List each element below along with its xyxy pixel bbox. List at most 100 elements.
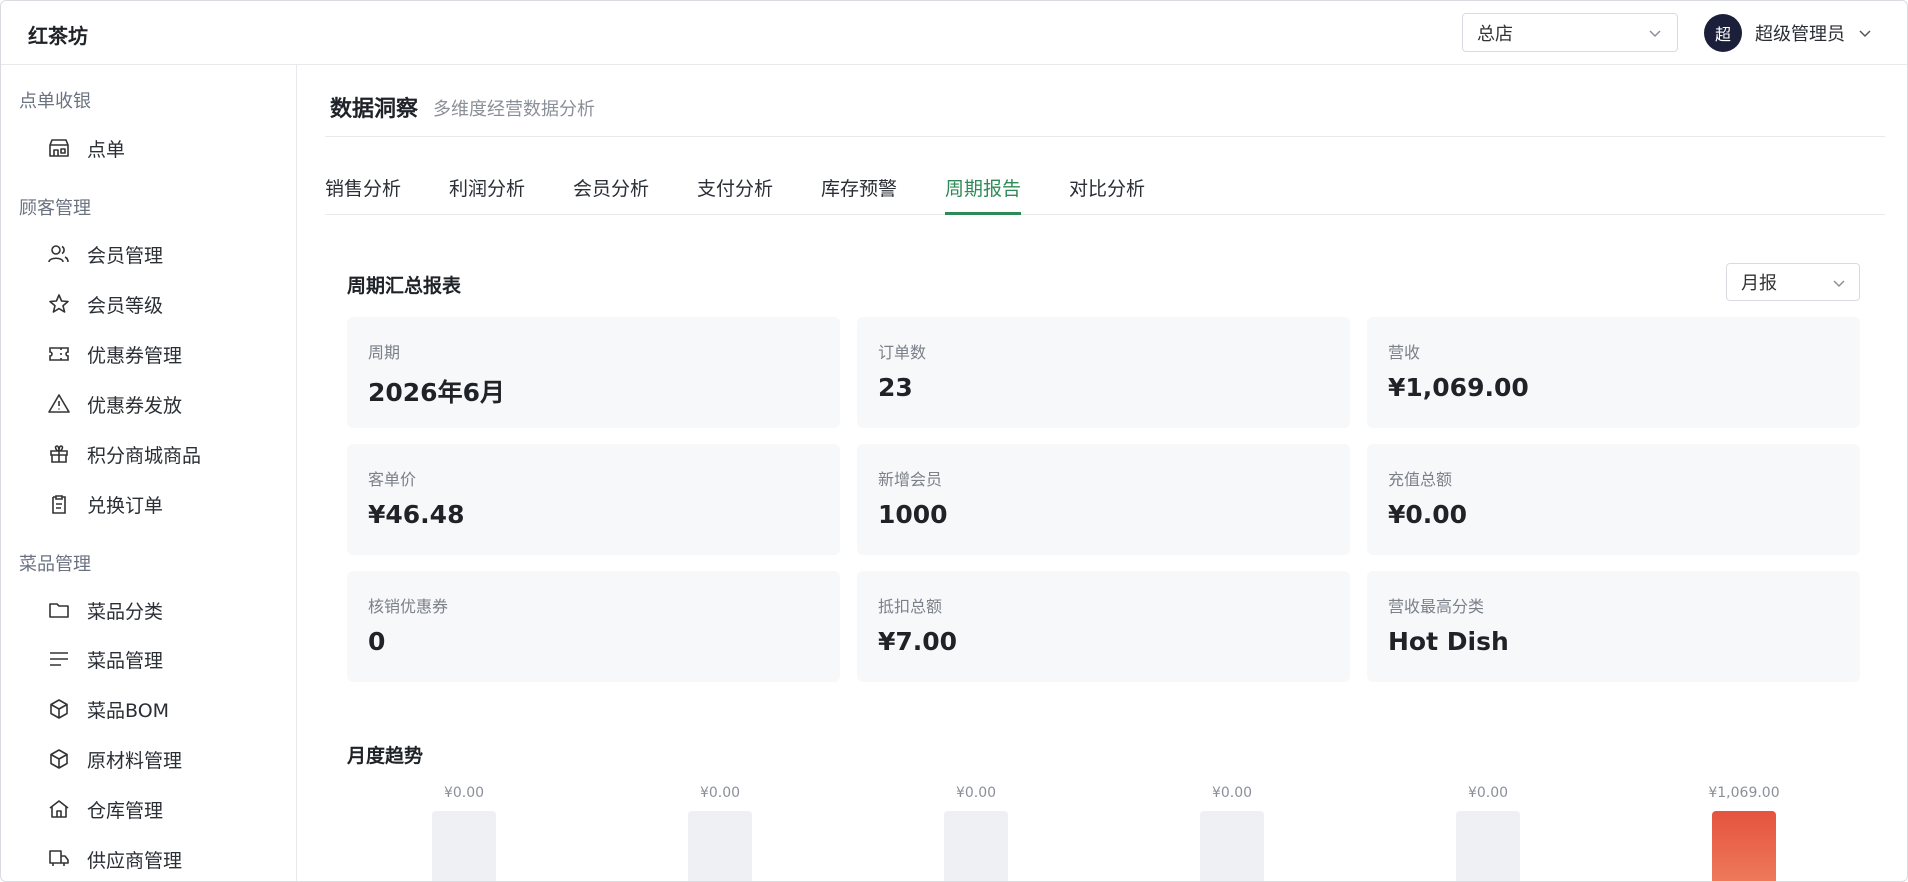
summary-title: 周期汇总报表 [347, 275, 462, 297]
stat-card-period: 周期 2026年6月 [347, 317, 840, 428]
sidebar-item-members[interactable]: 会员管理 [47, 236, 163, 272]
bar-data-label: ¥1,069.00 [1708, 785, 1780, 801]
truck-icon [49, 850, 69, 866]
stat-label: 周期 [368, 343, 401, 362]
stat-label: 抵扣总额 [878, 597, 943, 616]
sidebar-item-suppliers[interactable]: 供应商管理 [47, 841, 182, 877]
sidebar-group-title: 顾客管理 [19, 198, 91, 219]
user-menu[interactable]: 超 超级管理员 [1704, 14, 1873, 52]
tab-sales[interactable]: 销售分析 [325, 174, 401, 215]
sidebar-item-label: 兑换订单 [87, 494, 164, 517]
bar[interactable] [432, 811, 496, 881]
star-icon [49, 294, 69, 313]
tab-inventory-alert[interactable]: 库存预警 [821, 174, 897, 215]
stat-card-discount-total: 抵扣总额 ¥7.00 [857, 571, 1350, 682]
page-title: 数据洞察 [330, 97, 419, 122]
cube-icon [50, 749, 68, 769]
stat-value: 0 [368, 627, 386, 656]
sidebar-item-label: 原材料管理 [87, 749, 183, 772]
bar-data-label: ¥0.00 [955, 785, 997, 801]
trend-title: 月度趋势 [347, 745, 424, 767]
bar-data-label: ¥0.00 [1211, 785, 1253, 801]
user-name: 超级管理员 [1755, 24, 1845, 45]
sidebar-item-label: 仓库管理 [87, 799, 164, 822]
sidebar-item-order[interactable]: 点单 [47, 130, 125, 166]
tab-profit[interactable]: 利润分析 [449, 174, 525, 215]
top-bar: 红茶坊 总店 超 超级管理员 [1, 1, 1907, 65]
stat-label: 营收最高分类 [1388, 597, 1485, 616]
store-icon [49, 139, 69, 157]
home-icon [49, 800, 69, 818]
sidebar-item-label: 菜品BOM [87, 699, 170, 722]
sidebar-item-warehouse[interactable]: 仓库管理 [47, 791, 163, 827]
avatar: 超 [1704, 14, 1742, 52]
sidebar-item-redeem-orders[interactable]: 兑换订单 [47, 486, 163, 522]
sidebar-item-label: 会员等级 [87, 294, 164, 317]
period-select-value: 月报 [1741, 273, 1777, 294]
tab-period-report[interactable]: 周期报告 [945, 174, 1022, 215]
sidebar-item-label: 会员管理 [87, 244, 164, 267]
folder-icon [49, 603, 69, 618]
sidebar-item-label: 优惠券管理 [87, 344, 183, 367]
sidebar-item-label: 菜品分类 [87, 600, 164, 623]
bar[interactable] [1456, 811, 1520, 881]
brand-logo-text[interactable]: 红茶坊 [28, 20, 88, 49]
stat-card-avg-ticket: 客单价 ¥46.48 [347, 444, 840, 555]
stat-label: 订单数 [878, 343, 927, 362]
stat-card-revenue: 营收 ¥1,069.00 [1367, 317, 1860, 428]
stat-value: Hot Dish [1388, 627, 1509, 656]
analysis-tabs: 销售分析 利润分析 会员分析 支付分析 库存预警 周期报告 对比分析 [325, 161, 1885, 215]
stat-card-coupons-redeemed: 核销优惠券 0 [347, 571, 840, 682]
bar[interactable] [1712, 811, 1776, 881]
period-select[interactable]: 月报 [1726, 263, 1860, 301]
stat-label: 充值总额 [1388, 470, 1453, 489]
sidebar-item-coupon-issue[interactable]: 优惠券发放 [47, 386, 182, 422]
chevron-down-icon [1649, 30, 1661, 38]
sidebar-item-dish-bom[interactable]: 菜品BOM [47, 691, 169, 727]
tab-comparison[interactable]: 对比分析 [1069, 174, 1145, 215]
sidebar-item-raw-materials[interactable]: 原材料管理 [47, 741, 182, 777]
stat-value: ¥7.00 [878, 627, 958, 656]
cube-icon [50, 699, 68, 719]
sidebar-item-points-mall[interactable]: 积分商城商品 [47, 436, 201, 472]
sidebar-item-label: 菜品管理 [87, 649, 164, 672]
stat-value: ¥1,069.00 [1388, 373, 1529, 402]
tab-payment[interactable]: 支付分析 [697, 174, 773, 215]
divider [325, 136, 1885, 137]
sidebar-item-label: 积分商城商品 [87, 444, 202, 467]
sidebar-item-label: 供应商管理 [87, 849, 183, 872]
sidebar-item-coupon-management[interactable]: 优惠券管理 [47, 336, 182, 372]
tab-members[interactable]: 会员分析 [573, 174, 649, 215]
store-select-value: 总店 [1477, 23, 1513, 45]
stat-card-orders: 订单数 23 [857, 317, 1350, 428]
sidebar-item-label: 点单 [87, 138, 126, 161]
stat-value: 23 [878, 373, 913, 402]
sidebar-item-label: 优惠券发放 [87, 394, 183, 417]
bar[interactable] [944, 811, 1008, 881]
page-subtitle: 多维度经营数据分析 [433, 99, 595, 120]
chevron-down-icon [1833, 280, 1845, 288]
stat-value: 2026年6月 [368, 378, 505, 407]
list-icon [50, 652, 68, 666]
stat-value: ¥0.00 [1388, 500, 1468, 529]
stat-card-new-members: 新增会员 1000 [857, 444, 1350, 555]
app-window: 红茶坊 总店 超 超级管理员 点单收银 点单 顾客管理 会员管理 会员等级 优惠… [0, 0, 1908, 882]
sidebar-item-member-levels[interactable]: 会员等级 [47, 286, 163, 322]
sidebar-item-dish-category[interactable]: 菜品分类 [47, 592, 163, 628]
stat-card-top-category: 营收最高分类 Hot Dish [1367, 571, 1860, 682]
store-select[interactable]: 总店 [1462, 13, 1678, 52]
stat-label: 新增会员 [878, 470, 943, 489]
warning-triangle-icon [48, 394, 70, 413]
bar[interactable] [688, 811, 752, 881]
stat-label: 核销优惠券 [368, 597, 449, 616]
sidebar-item-dish-management[interactable]: 菜品管理 [47, 641, 163, 677]
monthly-trend-chart: ¥0.00 ¥0.00 ¥0.00 ¥0.00 ¥0.00 ¥1,069.00 [347, 771, 1860, 881]
sidebar-group-title: 菜品管理 [19, 554, 91, 575]
users-icon [48, 245, 69, 263]
stat-value: ¥46.48 [368, 500, 465, 529]
bar[interactable] [1200, 811, 1264, 881]
bar-data-label: ¥0.00 [443, 785, 485, 801]
stat-value: 1000 [878, 500, 948, 529]
ticket-icon [49, 347, 69, 361]
sidebar-group-title: 点单收银 [19, 91, 91, 112]
